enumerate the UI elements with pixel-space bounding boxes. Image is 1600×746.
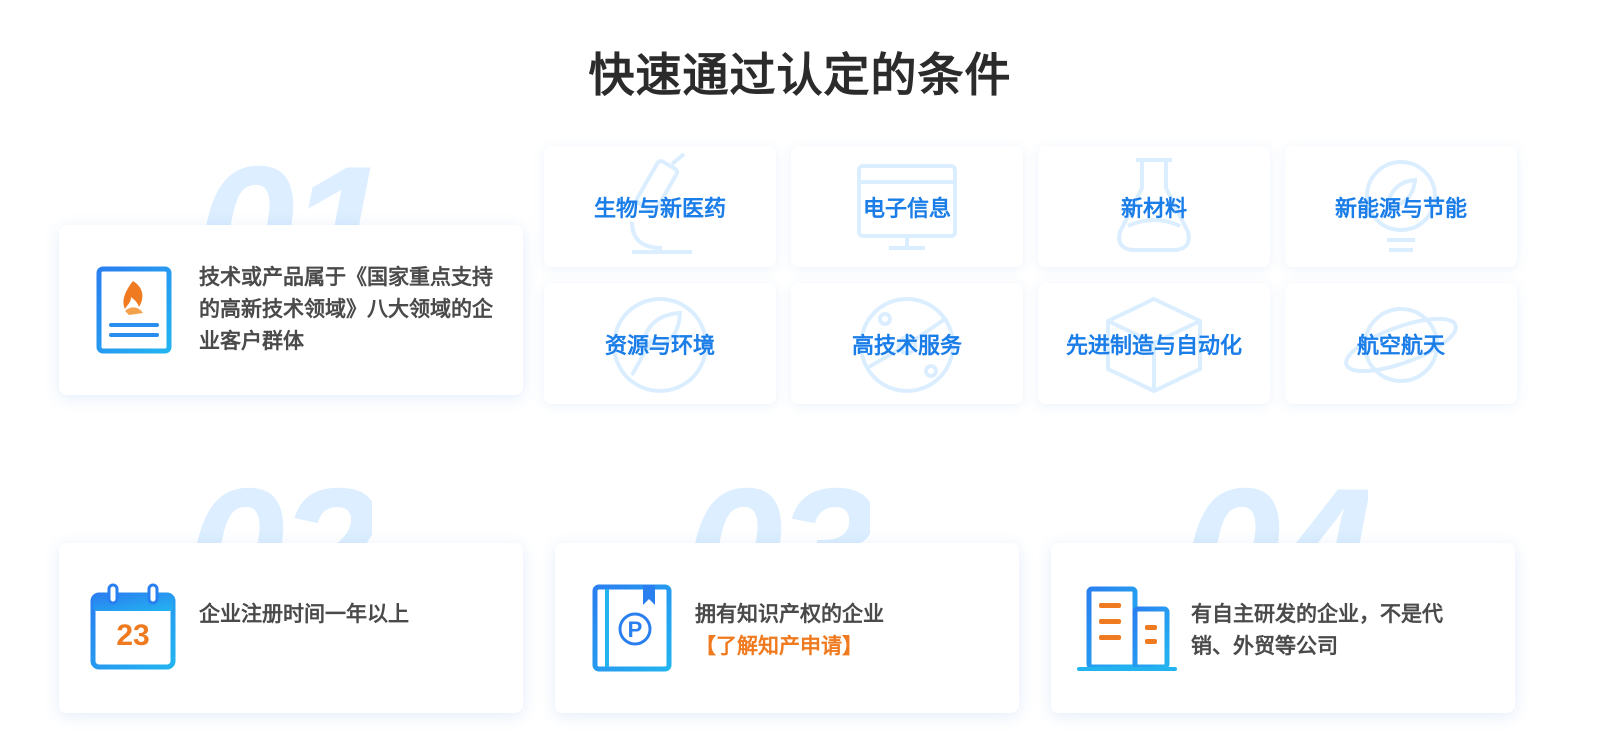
condition-card-4: 有自主研发的企业，不是代销、外贸等公司 — [1051, 543, 1515, 713]
field-tile-aerospace[interactable]: 航空航天 — [1285, 283, 1517, 404]
page-title: 快速通过认定的条件 — [588, 48, 1012, 102]
condition-text-3: 拥有知识产权的企业 【了解知产申请】 — [695, 598, 995, 662]
number-03: 03 — [684, 462, 870, 544]
field-label: 新能源与节能 — [1334, 196, 1467, 222]
learn-ip-application-link[interactable]: 【了解知产申请】 — [695, 630, 995, 662]
calendar-day: 23 — [116, 619, 150, 652]
field-label: 资源与环境 — [604, 333, 715, 359]
document-flame-icon — [95, 265, 175, 361]
field-label: 先进制造与自动化 — [1065, 333, 1242, 359]
field-label: 新材料 — [1120, 196, 1187, 222]
number-04: 04 — [1182, 462, 1368, 544]
field-label: 电子信息 — [862, 196, 951, 222]
number-02: 02 — [186, 462, 372, 544]
condition-text-2: 企业注册时间一年以上 — [199, 602, 409, 626]
building-icon — [1077, 583, 1177, 677]
field-tile-high-tech-services[interactable]: 高技术服务 — [791, 283, 1023, 404]
svg-text:P: P — [628, 617, 643, 642]
condition-label: 拥有知识产权的企业 — [695, 602, 884, 626]
field-tile-biomedicine[interactable]: 生物与新医药 — [544, 146, 776, 267]
field-tile-new-energy[interactable]: 新能源与节能 — [1285, 146, 1517, 267]
field-label: 生物与新医药 — [593, 196, 726, 222]
condition-card-2: 23 企业注册时间一年以上 — [59, 543, 523, 713]
condition-text-1: 技术或产品属于《国家重点支持的高新技术领域》八大领域的企业客户群体 — [199, 265, 493, 353]
field-label: 航空航天 — [1356, 333, 1445, 359]
field-tile-electronics[interactable]: 电子信息 — [791, 146, 1023, 267]
patent-book-icon: P — [591, 583, 675, 677]
condition-card-3: P 拥有知识产权的企业 【了解知产申请】 — [555, 543, 1019, 713]
conditions-section: 快速通过认定的条件 01 02 03 04 技术或产品属于《国家重点支持的高新技… — [0, 0, 1600, 746]
calendar-icon: 23 — [89, 583, 179, 675]
field-tile-new-materials[interactable]: 新材料 — [1038, 146, 1270, 267]
condition-text-4: 有自主研发的企业，不是代销、外贸等公司 — [1191, 602, 1443, 658]
number-01: 01 — [196, 140, 382, 226]
field-label: 高技术服务 — [851, 333, 962, 359]
field-tile-advanced-manufacturing[interactable]: 先进制造与自动化 — [1038, 283, 1270, 404]
condition-card-1: 技术或产品属于《国家重点支持的高新技术领域》八大领域的企业客户群体 — [59, 225, 523, 395]
field-tile-resources-environment[interactable]: 资源与环境 — [544, 283, 776, 404]
